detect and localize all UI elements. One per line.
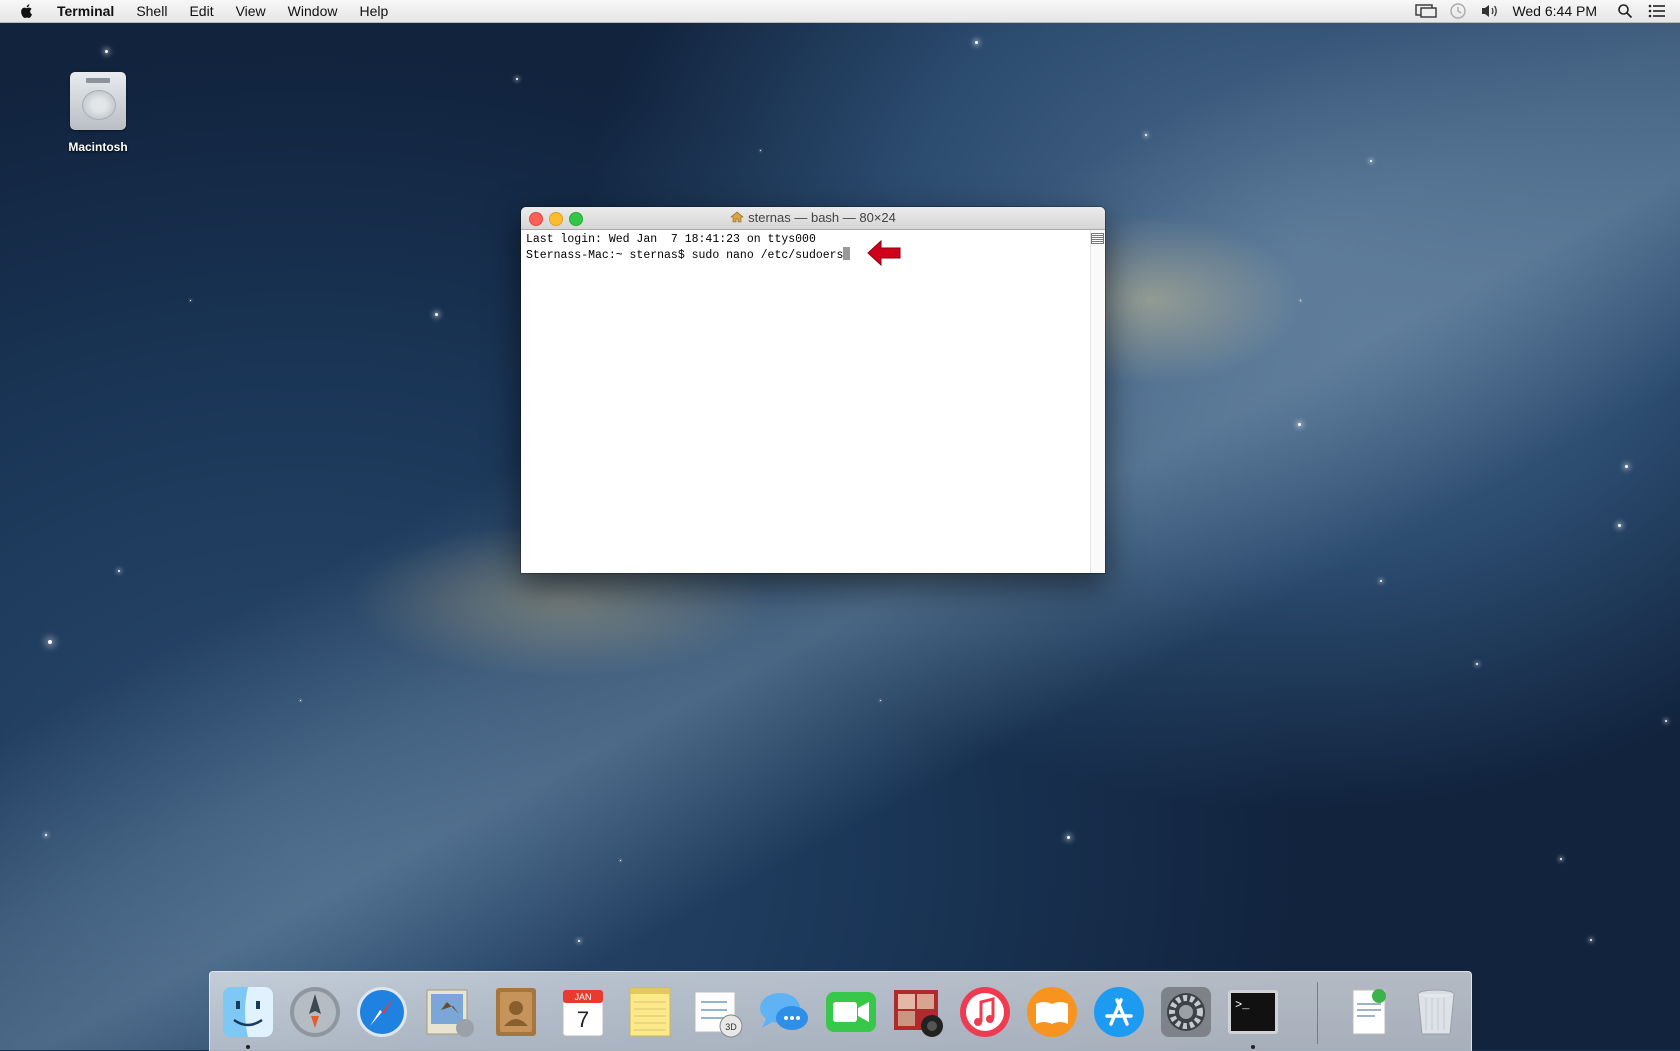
safari-icon[interactable] <box>354 984 410 1040</box>
star <box>190 300 191 301</box>
trash-icon[interactable] <box>1408 984 1464 1040</box>
split-pane-icon[interactable] <box>1091 233 1104 244</box>
star <box>1590 939 1592 941</box>
window-title-text: sternas — bash — 80×24 <box>748 210 896 225</box>
star <box>300 700 301 701</box>
spotlight-search-icon[interactable] <box>1614 2 1636 20</box>
star <box>880 700 881 701</box>
dock-separator <box>1317 982 1318 1044</box>
svg-text:3D: 3D <box>725 1022 737 1032</box>
messages-icon[interactable] <box>756 984 812 1040</box>
star <box>1298 423 1301 426</box>
system-preferences-icon[interactable] <box>1158 984 1214 1040</box>
menu-app-terminal[interactable]: Terminal <box>51 0 125 22</box>
facetime-icon[interactable] <box>823 984 879 1040</box>
hard-drive-icon <box>70 72 126 130</box>
star <box>435 313 438 316</box>
calendar-icon[interactable]: JAN 7 <box>555 984 611 1040</box>
terminal-running-indicator <box>1251 1045 1255 1049</box>
svg-text:7: 7 <box>577 1007 589 1032</box>
finder-icon[interactable] <box>220 984 276 1040</box>
itunes-icon[interactable] <box>957 984 1013 1040</box>
star <box>578 940 580 942</box>
menu-extras: Wed 6:44 PM <box>1410 0 1680 22</box>
star <box>118 570 120 572</box>
menu-bar: Terminal Shell Edit View Window Help Wed… <box>0 0 1680 23</box>
photo-booth-icon[interactable] <box>890 984 946 1040</box>
dock: JAN 7 3D >_ <box>209 971 1472 1051</box>
ibooks-icon[interactable] <box>1024 984 1080 1040</box>
window-title: sternas — bash — 80×24 <box>521 207 1105 229</box>
star <box>1665 720 1667 722</box>
svg-text:JAN: JAN <box>574 992 591 1002</box>
downloads-stack-icon[interactable] <box>1341 984 1397 1040</box>
menu-edit[interactable]: Edit <box>178 0 224 22</box>
reminders-icon[interactable]: 3D <box>689 984 745 1040</box>
star <box>516 78 518 80</box>
menu-window[interactable]: Window <box>277 0 349 22</box>
star <box>1370 160 1372 162</box>
menu-shell[interactable]: Shell <box>125 0 178 22</box>
apple-icon[interactable] <box>19 3 35 19</box>
contacts-icon[interactable] <box>488 984 544 1040</box>
terminal-titlebar[interactable]: sternas — bash — 80×24 <box>521 207 1105 230</box>
volume-icon[interactable] <box>1479 2 1501 20</box>
star <box>1300 300 1301 301</box>
star <box>1476 663 1478 665</box>
star <box>48 640 52 644</box>
home-folder-icon <box>730 211 744 223</box>
notes-icon[interactable] <box>622 984 678 1040</box>
drive-label: Macintosh <box>68 140 128 154</box>
star <box>1380 580 1382 582</box>
star <box>45 834 47 836</box>
red-arrow-annotation <box>867 239 901 267</box>
star <box>1618 524 1621 527</box>
menu-help[interactable]: Help <box>348 0 399 22</box>
svg-text:>_: >_ <box>1235 998 1250 1012</box>
star <box>1067 836 1070 839</box>
star <box>105 50 108 53</box>
launchpad-icon[interactable] <box>287 984 343 1040</box>
terminal-command: Sternass-Mac:~ sternas$ sudo nano /etc/s… <box>526 249 844 262</box>
menu-clock[interactable]: Wed 6:44 PM <box>1512 3 1597 19</box>
star <box>1625 465 1628 468</box>
menu-view[interactable]: View <box>225 0 277 22</box>
airplay-display-icon[interactable] <box>1415 2 1438 20</box>
terminal-icon[interactable]: >_ <box>1225 984 1281 1040</box>
star <box>975 41 978 44</box>
notification-center-icon[interactable] <box>1646 2 1668 20</box>
mail-icon[interactable] <box>421 984 477 1040</box>
star <box>1145 134 1147 136</box>
time-machine-icon[interactable] <box>1447 2 1469 20</box>
star <box>760 150 761 151</box>
terminal-prompt-line: Sternass-Mac:~ sternas$ sudo nano /etc/s… <box>526 247 1085 263</box>
scrollbar[interactable] <box>1090 230 1105 573</box>
app-store-icon[interactable] <box>1091 984 1147 1040</box>
star <box>1560 858 1562 860</box>
text-cursor <box>843 247 851 260</box>
macintosh-hd-desktop-icon[interactable]: Macintosh <box>58 72 138 154</box>
terminal-window[interactable]: sternas — bash — 80×24 Last login: Wed J… <box>521 207 1105 573</box>
star <box>620 860 621 861</box>
terminal-content[interactable]: Last login: Wed Jan 7 18:41:23 on ttys00… <box>521 230 1090 573</box>
terminal-line: Last login: Wed Jan 7 18:41:23 on ttys00… <box>526 233 816 246</box>
finder-running-indicator <box>246 1045 250 1049</box>
